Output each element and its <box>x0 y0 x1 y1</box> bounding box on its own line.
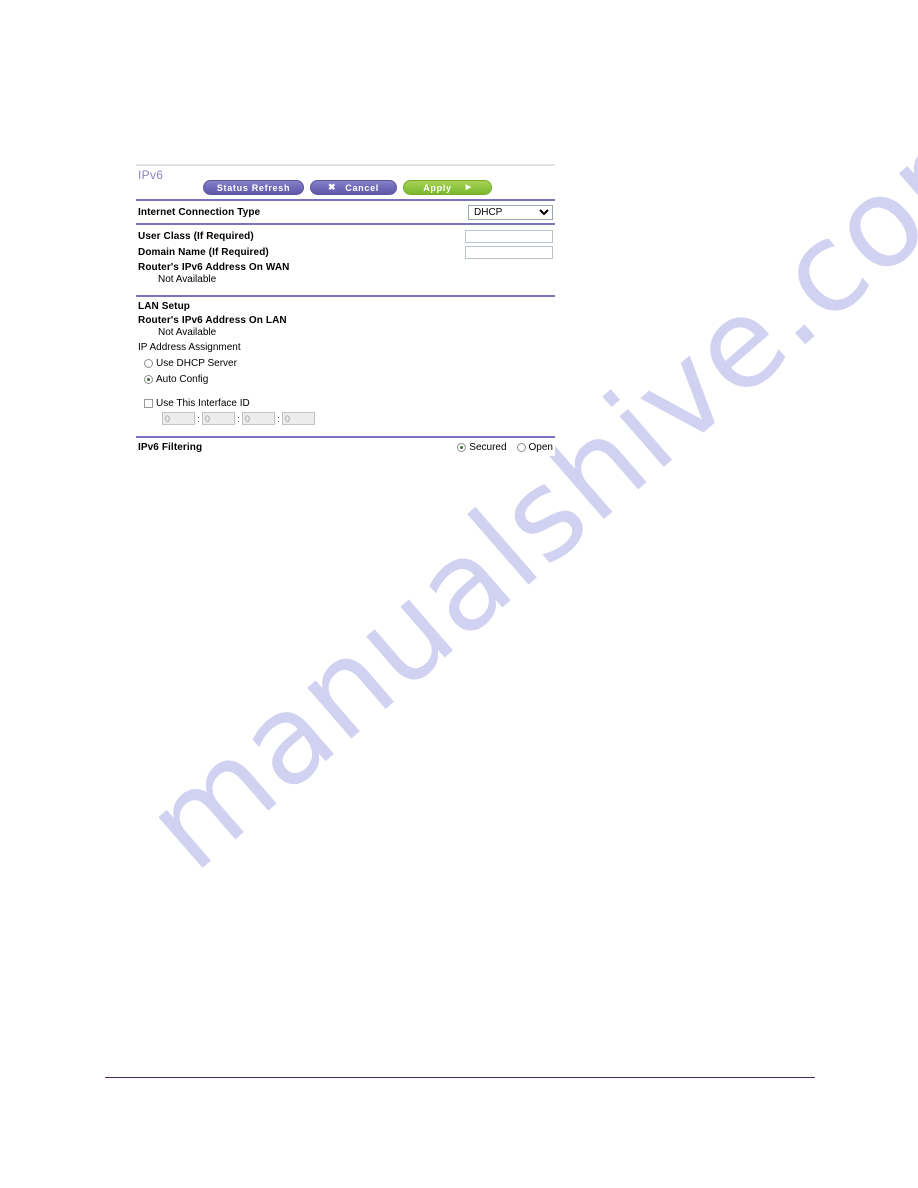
wan-ipv6-address-label: Router's IPv6 Address On WAN <box>138 261 290 273</box>
lan-setup-heading: LAN Setup <box>138 301 191 312</box>
ip-assignment-radio-group: Use DHCP Server Auto Config <box>136 358 555 385</box>
lan-setup-heading-row: LAN Setup <box>136 299 555 314</box>
ipv6-filtering-radio-group: Secured Open <box>457 442 553 453</box>
radio-label-use-dhcp-server: Use DHCP Server <box>156 358 237 369</box>
domain-name-label: Domain Name (If Required) <box>138 246 269 258</box>
divider-lan <box>136 295 555 297</box>
checkbox-icon-use-this-interface-id <box>144 399 153 408</box>
wan-ipv6-address-row: Router's IPv6 Address On WAN <box>136 260 555 274</box>
footer-divider <box>105 1077 815 1078</box>
cancel-label: Cancel <box>345 182 379 193</box>
radio-icon-secured <box>457 442 467 452</box>
radio-icon-use-dhcp-server <box>144 359 153 368</box>
internet-connection-type-label: Internet Connection Type <box>138 206 261 218</box>
user-class-input[interactable] <box>465 229 553 243</box>
user-class-row: User Class (If Required) <box>136 228 555 244</box>
radio-label-secured: Secured <box>469 441 507 453</box>
interface-id-field-2[interactable] <box>202 412 235 425</box>
checkbox-label-use-this-interface-id: Use This Interface ID <box>156 398 250 409</box>
checkbox-use-this-interface-id[interactable]: Use This Interface ID <box>136 398 555 409</box>
action-button-row: Status Refresh ✖ Cancel Apply ▶ <box>203 180 492 195</box>
internet-connection-type-select[interactable]: DHCP <box>468 204 553 220</box>
radio-open[interactable]: Open <box>516 441 553 453</box>
interface-id-separator-2: : <box>237 413 240 424</box>
radio-auto-config[interactable]: Auto Config <box>144 374 555 385</box>
lan-ipv6-address-value: Not Available <box>158 327 217 338</box>
radio-icon-auto-config <box>144 375 153 384</box>
status-refresh-button[interactable]: Status Refresh <box>203 180 304 195</box>
ipv6-filtering-row: IPv6 Filtering Secured Open <box>136 438 555 456</box>
lan-ipv6-address-label: Router's IPv6 Address On LAN <box>138 315 287 326</box>
apply-label: Apply <box>423 182 452 193</box>
play-arrow-icon: ▶ <box>465 184 472 191</box>
ip-address-assignment-label: IP Address Assignment <box>138 342 241 353</box>
ipv6-settings-panel: IPv6 Status Refresh ✖ Cancel Apply ▶ Int… <box>136 166 555 456</box>
domain-name-row: Domain Name (If Required) <box>136 244 555 260</box>
radio-label-auto-config: Auto Config <box>156 374 209 385</box>
lan-ipv6-address-row: Router's IPv6 Address On LAN <box>136 314 555 327</box>
panel-header: IPv6 Status Refresh ✖ Cancel Apply ▶ <box>136 166 555 199</box>
radio-icon-open <box>516 442 526 452</box>
ip-address-assignment-row: IP Address Assignment <box>136 340 555 355</box>
radio-secured[interactable]: Secured <box>457 441 507 453</box>
ipv6-filtering-label: IPv6 Filtering <box>138 441 203 453</box>
domain-name-input[interactable] <box>465 245 553 259</box>
internet-connection-type-row: Internet Connection Type DHCP <box>136 201 555 223</box>
interface-id-field-group: : : : <box>136 412 555 425</box>
interface-id-field-1[interactable] <box>162 412 195 425</box>
interface-id-field-3[interactable] <box>242 412 275 425</box>
interface-id-separator-1: : <box>197 413 200 424</box>
interface-id-field-4[interactable] <box>282 412 315 425</box>
page-title: IPv6 <box>138 168 164 182</box>
radio-label-open: Open <box>528 441 553 453</box>
radio-use-dhcp-server[interactable]: Use DHCP Server <box>144 358 555 369</box>
close-icon: ✖ <box>328 182 337 192</box>
divider-connection <box>136 223 555 225</box>
cancel-button[interactable]: ✖ Cancel <box>310 180 397 195</box>
apply-button[interactable]: Apply ▶ <box>403 180 492 195</box>
wan-ipv6-address-value: Not Available <box>158 274 217 285</box>
user-class-label: User Class (If Required) <box>138 230 254 242</box>
status-refresh-label: Status Refresh <box>216 182 291 193</box>
interface-id-separator-3: : <box>277 413 280 424</box>
